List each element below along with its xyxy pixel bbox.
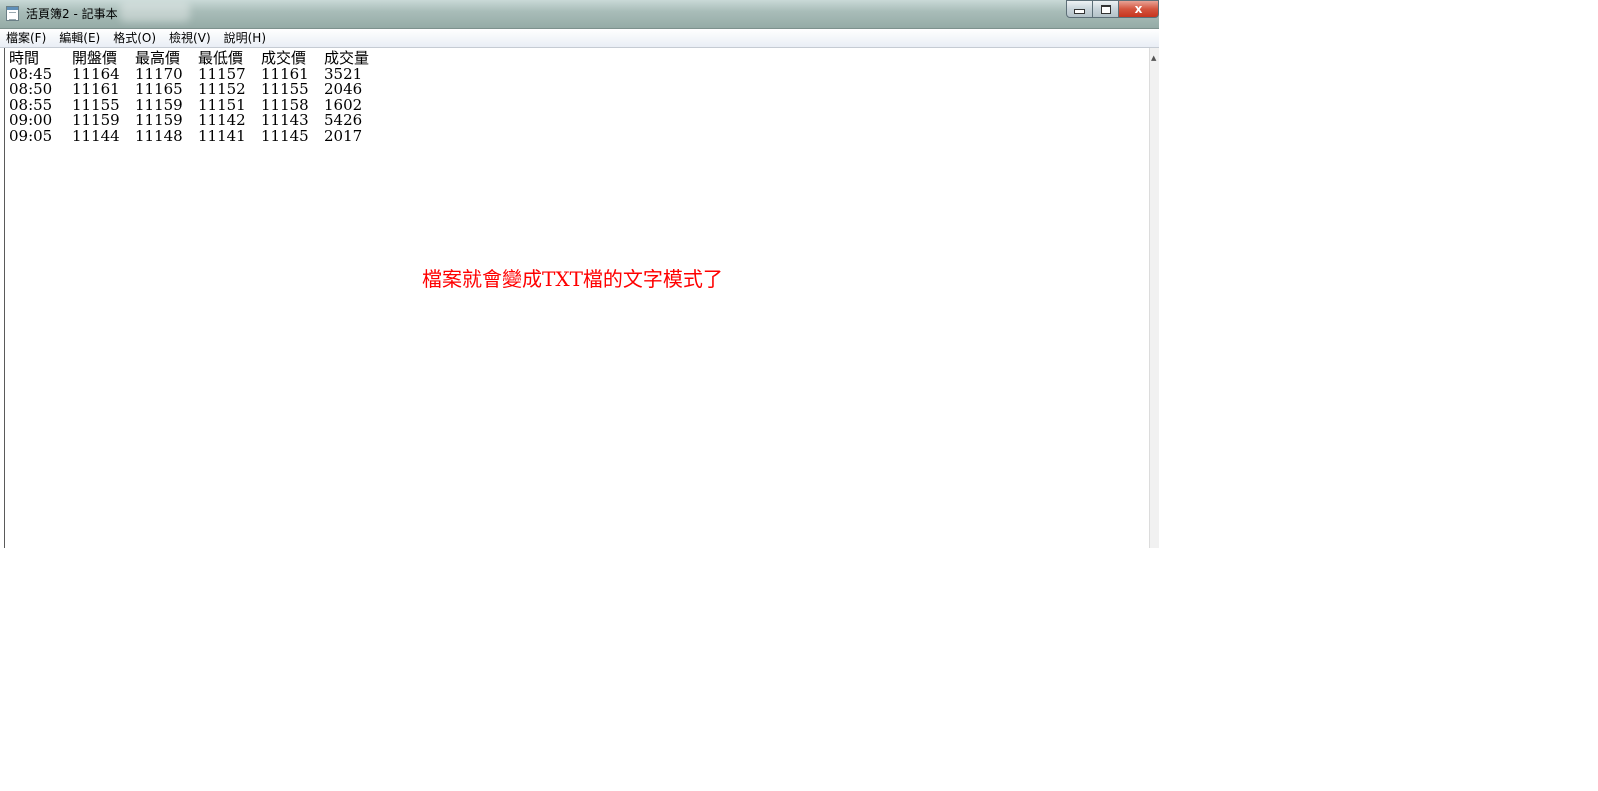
close-icon: x bbox=[1134, 2, 1143, 16]
minimize-button[interactable] bbox=[1066, 0, 1093, 18]
notepad-icon[interactable] bbox=[6, 6, 19, 21]
caption-buttons: x bbox=[1066, 0, 1159, 19]
cell: 11148 bbox=[135, 126, 183, 145]
close-button[interactable]: x bbox=[1119, 0, 1159, 18]
menu-help[interactable]: 說明(H) bbox=[218, 29, 273, 47]
menu-bar: 檔案(F) 編輯(E) 格式(O) 檢視(V) 說明(H) bbox=[0, 29, 1159, 48]
menu-format[interactable]: 格式(O) bbox=[107, 29, 163, 47]
cell: 2017 bbox=[324, 126, 363, 145]
menu-file[interactable]: 檔案(F) bbox=[0, 29, 53, 47]
menu-view[interactable]: 檢視(V) bbox=[163, 29, 218, 47]
cell: 11145 bbox=[261, 126, 309, 145]
scroll-up-arrow-icon[interactable]: ▲ bbox=[1151, 54, 1156, 62]
title-bar[interactable]: 活頁簿2 - 記事本 x bbox=[0, 0, 1159, 29]
window-title: 活頁簿2 - 記事本 bbox=[26, 7, 118, 21]
text-line: 09:05 11144 11148 11141 11145 2017 bbox=[9, 126, 387, 145]
title-blur bbox=[120, 2, 190, 22]
annotation-text: 檔案就會變成TXT檔的文字模式了 bbox=[422, 267, 723, 291]
vertical-scrollbar[interactable]: ▲ bbox=[1149, 48, 1159, 548]
maximize-button[interactable] bbox=[1093, 0, 1119, 18]
document-text: 時間 開盤價 最高價 最低價 成交價 成交量 08:45 11164 11170… bbox=[9, 50, 387, 145]
maximize-icon bbox=[1100, 4, 1111, 14]
text-editor-area[interactable]: 時間 開盤價 最高價 最低價 成交價 成交量 08:45 11164 11170… bbox=[4, 48, 1147, 548]
minimize-icon bbox=[1074, 8, 1085, 14]
cell: 11141 bbox=[198, 126, 246, 145]
menu-edit[interactable]: 編輯(E) bbox=[53, 29, 107, 47]
cell: 11144 bbox=[72, 126, 120, 145]
cell: 09:05 bbox=[9, 126, 53, 145]
